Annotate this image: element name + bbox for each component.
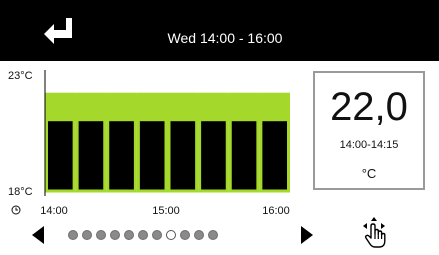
temperature-bar-cap: [228, 94, 260, 122]
temperature-bar[interactable]: [136, 92, 168, 193]
page-dot[interactable]: [208, 230, 218, 240]
temperature-bar[interactable]: [167, 92, 199, 193]
selected-time-range: 14:00-14:15: [339, 139, 399, 151]
temperature-bar[interactable]: [198, 92, 229, 193]
hand-touch-move-icon[interactable]: [356, 214, 392, 250]
triangle-left-icon[interactable]: [30, 225, 46, 245]
x-tick-label: 16:00: [262, 205, 290, 215]
page-indicator: [68, 230, 218, 244]
temperature-bar-cap: [75, 94, 107, 122]
page-dot[interactable]: [180, 230, 190, 240]
selected-value-panel: 22,0 14:00-14:15 °C: [313, 71, 425, 190]
temperature-bar[interactable]: [45, 92, 76, 193]
page-dot[interactable]: [138, 230, 148, 240]
selected-temperature: 22,0: [330, 85, 408, 129]
temperature-bar[interactable]: [228, 92, 260, 193]
temperature-bar[interactable]: [259, 92, 290, 193]
page-dot-active[interactable]: [166, 230, 176, 240]
screen: Wed 14:00 - 16:00 23°C 18°C 14:00 15:00 16…: [0, 0, 439, 255]
temperature-bar-cap: [136, 94, 168, 122]
page-dot[interactable]: [68, 230, 78, 240]
y-min-label: 18°C: [8, 186, 33, 198]
page-dot[interactable]: [194, 230, 204, 240]
page-dot[interactable]: [110, 230, 120, 240]
clock-icon: [11, 205, 21, 215]
page-dot[interactable]: [152, 230, 162, 240]
y-max-label: 23°C: [8, 70, 33, 82]
page-dot[interactable]: [96, 230, 106, 240]
page-dot[interactable]: [82, 230, 92, 240]
temperature-bar[interactable]: [106, 92, 137, 193]
temperature-bar-cap: [106, 94, 137, 122]
x-tick-label: 14:00: [40, 205, 68, 215]
x-tick-label: 15:00: [152, 205, 180, 215]
temperature-unit: °C: [361, 166, 377, 181]
temperature-bar[interactable]: [75, 92, 107, 193]
triangle-right-icon[interactable]: [299, 225, 315, 245]
temperature-bar-cap: [259, 94, 290, 122]
schedule-chart[interactable]: 23°C 18°C 14:00 15:00 16:00: [0, 0, 300, 215]
temperature-bar-cap: [45, 94, 76, 122]
page-dot[interactable]: [124, 230, 134, 240]
temperature-bar-cap: [198, 94, 229, 122]
temperature-bar-cap: [167, 94, 199, 122]
